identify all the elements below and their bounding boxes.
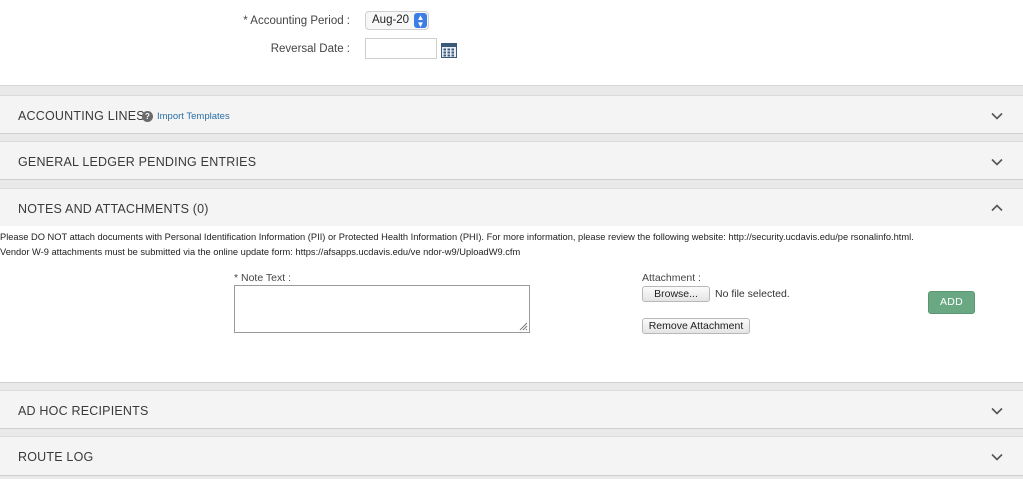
chevron-down-icon[interactable] xyxy=(991,453,1003,461)
chevron-down-icon[interactable] xyxy=(991,158,1003,166)
reversal-date-label: Reversal Date : xyxy=(270,43,350,55)
note-text-area[interactable] xyxy=(234,285,530,333)
accounting-period-select[interactable]: Aug-20 ▲ ▼ xyxy=(365,11,429,30)
section-title: GENERAL LEDGER PENDING ENTRIES xyxy=(18,155,257,169)
pii-warning-text: Please DO NOT attach documents with Pers… xyxy=(0,230,1023,260)
section-ad-hoc-recipients[interactable]: AD HOC RECIPIENTS xyxy=(0,390,1023,429)
section-accounting-lines[interactable]: ACCOUNTING LINES ? Import Templates xyxy=(0,95,1023,134)
chevron-down-icon[interactable] xyxy=(991,112,1003,120)
chevron-down-icon[interactable] xyxy=(991,407,1003,415)
remove-attachment-button[interactable]: Remove Attachment xyxy=(642,318,750,334)
attachment-label: Attachment : xyxy=(642,272,701,284)
section-title: ROUTE LOG xyxy=(18,450,94,464)
note-text-label: * Note Text : xyxy=(234,272,292,284)
warning-line-1: Please DO NOT attach documents with Pers… xyxy=(0,232,914,242)
help-circle-icon[interactable]: ? xyxy=(142,111,153,122)
add-note-button[interactable]: ADD xyxy=(928,291,975,314)
resize-grip-icon[interactable] xyxy=(519,322,528,331)
import-templates-link[interactable]: Import Templates xyxy=(157,111,230,122)
section-gl-pending-entries[interactable]: GENERAL LEDGER PENDING ENTRIES xyxy=(0,141,1023,180)
section-title: NOTES AND ATTACHMENTS (0) xyxy=(18,202,209,216)
browse-button[interactable]: Browse... xyxy=(642,286,710,302)
accounting-period-label: * Accounting Period : xyxy=(243,15,350,27)
notes-attachments-panel: Please DO NOT attach documents with Pers… xyxy=(0,226,1023,383)
section-route-log[interactable]: ROUTE LOG xyxy=(0,436,1023,476)
section-title: ACCOUNTING LINES xyxy=(18,109,145,123)
chevron-up-icon[interactable] xyxy=(991,204,1003,212)
accounting-period-value: Aug-20 xyxy=(372,14,410,26)
section-notes-attachments[interactable]: NOTES AND ATTACHMENTS (0) xyxy=(0,188,1023,227)
calendar-icon[interactable] xyxy=(441,42,457,58)
warning-line-2: Vendor W-9 attachments must be submitted… xyxy=(0,247,521,257)
document-overview-panel: * Accounting Period : Aug-20 ▲ ▼ Reversal… xyxy=(0,0,1023,86)
select-arrows-icon: ▲ ▼ xyxy=(414,13,427,29)
no-file-selected-text: No file selected. xyxy=(715,288,790,300)
reversal-date-input[interactable] xyxy=(365,38,437,59)
section-title: AD HOC RECIPIENTS xyxy=(18,404,149,418)
